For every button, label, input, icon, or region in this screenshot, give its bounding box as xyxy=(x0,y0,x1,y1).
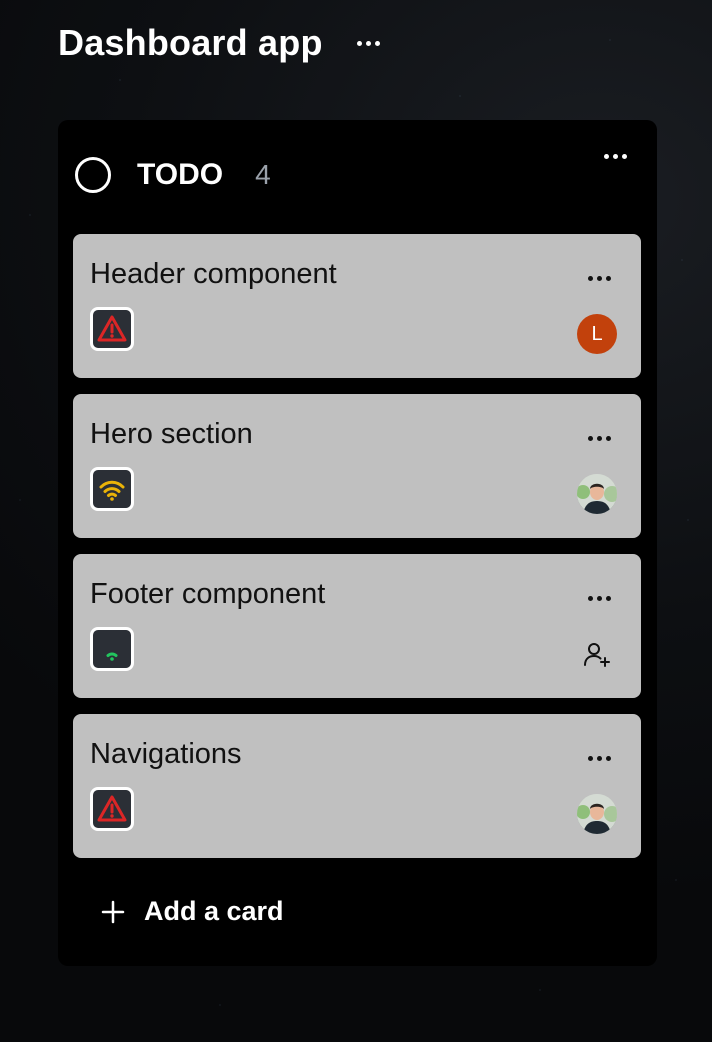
todo-status-icon xyxy=(75,157,111,193)
column-header: TODO 4 xyxy=(75,154,631,196)
board-header: Dashboard app xyxy=(58,22,384,64)
more-dot xyxy=(588,596,593,601)
more-dot xyxy=(606,596,611,601)
more-dot xyxy=(365,40,371,46)
assign-user-button[interactable] xyxy=(577,634,617,674)
card-menu-button[interactable] xyxy=(586,594,613,603)
task-card[interactable]: Navigations xyxy=(73,714,641,858)
column-title: TODO xyxy=(137,158,224,191)
board-title: Dashboard app xyxy=(58,22,323,63)
priority-badge[interactable] xyxy=(90,627,134,671)
signal-low-icon xyxy=(106,652,118,661)
more-dot xyxy=(622,154,627,159)
more-dot xyxy=(588,276,593,281)
more-dot xyxy=(374,40,380,46)
task-card[interactable]: Header component L xyxy=(73,234,641,378)
card-menu-button[interactable] xyxy=(586,434,613,443)
priority-badge[interactable] xyxy=(90,467,134,511)
card-title: Header component xyxy=(90,258,337,290)
add-card-button[interactable]: Add a card xyxy=(100,896,284,927)
task-card[interactable]: Hero section xyxy=(73,394,641,538)
more-dot xyxy=(613,154,618,159)
todo-column: TODO 4 Header component L Hero section F… xyxy=(58,120,657,966)
more-dot xyxy=(597,436,602,441)
card-menu-button[interactable] xyxy=(586,274,613,283)
more-dot xyxy=(597,756,602,761)
priority-badge[interactable] xyxy=(90,787,134,831)
plus-icon xyxy=(101,900,125,923)
more-dot xyxy=(606,276,611,281)
more-dot xyxy=(588,756,593,761)
more-dot xyxy=(597,596,602,601)
user-photo-icon xyxy=(577,794,617,834)
warning-icon xyxy=(97,315,127,342)
column-count: 4 xyxy=(255,159,271,190)
task-card[interactable]: Footer component xyxy=(73,554,641,698)
card-title: Navigations xyxy=(90,738,242,770)
user-photo-icon xyxy=(577,474,617,514)
signal-high-icon xyxy=(99,480,125,501)
assignee-avatar[interactable]: L xyxy=(577,314,617,354)
card-title: Hero section xyxy=(90,418,253,450)
column-menu-button[interactable] xyxy=(600,150,631,163)
more-dot xyxy=(604,154,609,159)
assignee-avatar[interactable] xyxy=(577,474,617,514)
add-card-label: Add a card xyxy=(144,896,284,926)
more-dot xyxy=(356,40,362,46)
warning-icon xyxy=(97,795,127,822)
more-dot xyxy=(606,436,611,441)
board-app: Dashboard app TODO 4 Header component L … xyxy=(0,0,712,1042)
card-menu-button[interactable] xyxy=(586,754,613,763)
priority-badge[interactable] xyxy=(90,307,134,351)
board-menu-button[interactable] xyxy=(353,37,384,50)
avatar-initial: L xyxy=(591,322,603,345)
card-list: Header component L Hero section Footer c… xyxy=(73,234,641,874)
more-dot xyxy=(588,436,593,441)
card-title: Footer component xyxy=(90,578,326,610)
add-user-icon xyxy=(584,643,610,667)
more-dot xyxy=(606,756,611,761)
more-dot xyxy=(597,276,602,281)
assignee-avatar[interactable] xyxy=(577,794,617,834)
